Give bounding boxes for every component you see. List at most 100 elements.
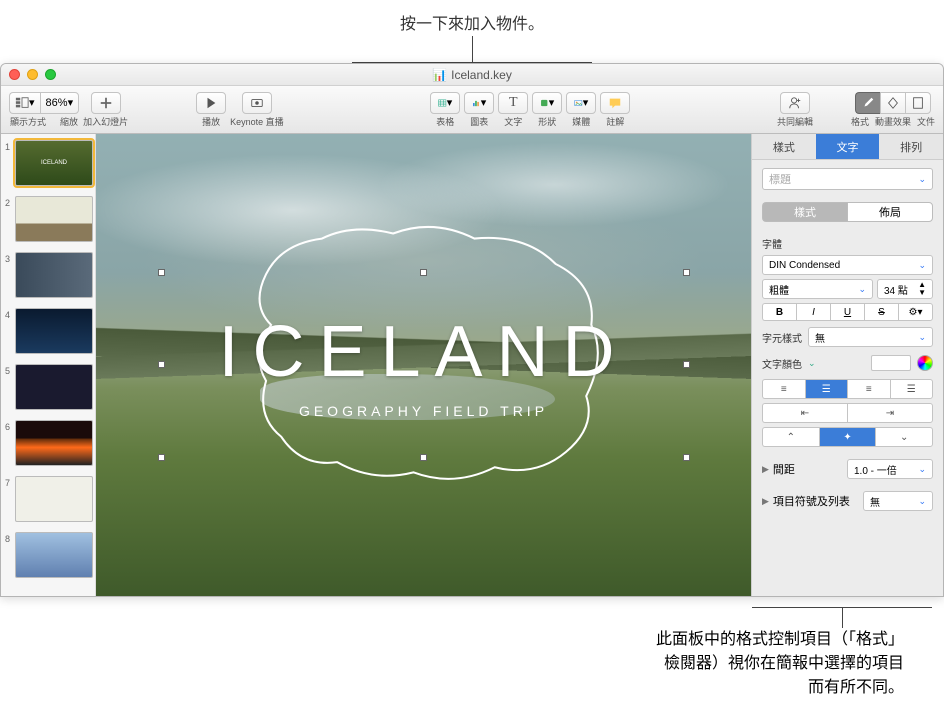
slide-thumb-6[interactable]: 6 [5, 420, 91, 466]
align-justify-button[interactable]: ☰ [890, 379, 934, 399]
annotation-line [472, 36, 473, 62]
play-icon [204, 96, 218, 110]
chart-button[interactable]: ▾ [464, 92, 494, 114]
comment-label: 註解 [606, 115, 624, 128]
thumb-preview [15, 308, 93, 354]
paragraph-style-value: 標題 [769, 171, 791, 187]
selection-handle[interactable] [420, 454, 427, 461]
zoom-value: 86% [46, 97, 68, 109]
selection-handle[interactable] [158, 269, 165, 276]
font-section-label: 字體 [762, 236, 933, 251]
keynote-doc-icon: 📊 [432, 68, 447, 82]
slide-thumb-7[interactable]: 7 [5, 476, 91, 522]
text-color-swatch[interactable] [871, 355, 911, 371]
advanced-options-button[interactable]: ⚙︎▾ [898, 303, 933, 321]
thumb-preview [15, 364, 93, 410]
align-left-button[interactable]: ≡ [762, 379, 805, 399]
slide-thumb-1[interactable]: 1ICELAND [5, 140, 91, 186]
add-slide-button[interactable] [91, 92, 121, 114]
selection-handle[interactable] [158, 361, 165, 368]
selection-handle[interactable] [683, 269, 690, 276]
shape-label: 形狀 [538, 115, 556, 128]
titlebar: 📊 Iceland.key [1, 64, 943, 86]
slide-navigator[interactable]: 1ICELAND 2 3 4 5 6 7 8 [1, 134, 96, 596]
thumb-num: 2 [5, 198, 10, 208]
font-weight-select[interactable]: 粗體⌄ [762, 279, 873, 299]
italic-button[interactable]: I [796, 303, 830, 321]
spacing-label: 間距 [773, 461, 795, 477]
selection-handle[interactable] [683, 361, 690, 368]
font-family-value: DIN Condensed [769, 260, 840, 271]
table-button[interactable]: ▾ [430, 92, 460, 114]
align-center-button[interactable]: ☰ [805, 379, 848, 399]
bullets-disclosure[interactable]: ▶ 項目符號及列表 無⌄ [762, 491, 933, 511]
table-label: 表格 [436, 115, 454, 128]
seg-style[interactable]: 樣式 [762, 202, 847, 222]
thumb-preview [15, 196, 93, 242]
collaborate-button[interactable] [780, 92, 810, 114]
char-style-select[interactable]: 無⌄ [808, 327, 933, 347]
slide-thumb-3[interactable]: 3 [5, 252, 91, 298]
strikethrough-button[interactable]: S [864, 303, 898, 321]
bullets-select[interactable]: 無⌄ [863, 491, 933, 511]
text-label: 文字 [504, 115, 522, 128]
font-family-select[interactable]: DIN Condensed⌄ [762, 255, 933, 275]
seg-layout[interactable]: 佈局 [847, 202, 933, 222]
shape-button[interactable]: ▾ [532, 92, 562, 114]
outdent-button[interactable]: ⇤ [762, 403, 847, 423]
view-icon [15, 96, 29, 110]
format-button[interactable] [855, 92, 880, 114]
zoom-button[interactable]: 86%▾ [40, 92, 80, 114]
font-size-stepper[interactable]: 34 點▲▼ [877, 279, 933, 299]
bold-button[interactable]: B [762, 303, 796, 321]
doc-icon [911, 96, 925, 110]
paragraph-style-select[interactable]: 標題⌄ [762, 168, 933, 190]
app-window: 📊 Iceland.key ▾ 86%▾ 顯示方式 縮放 加入幻燈片 播放 Ke [0, 63, 944, 597]
add-slide-label: 加入幻燈片 [83, 115, 128, 128]
play-button[interactable] [196, 92, 226, 114]
close-window-button[interactable] [9, 69, 20, 80]
spacing-select[interactable]: 1.0 - 一倍⌄ [847, 459, 933, 479]
slide-thumb-2[interactable]: 2 [5, 196, 91, 242]
media-button[interactable]: ▾ [566, 92, 596, 114]
play-label: 播放 [202, 115, 220, 128]
stepper-icon: ▲▼ [918, 281, 926, 297]
slide-thumb-4[interactable]: 4 [5, 308, 91, 354]
broadcast-icon [250, 96, 264, 110]
thumb-num: 4 [5, 310, 10, 320]
keynote-live-button[interactable] [242, 92, 272, 114]
slide-canvas[interactable]: ICELAND GEOGRAPHY FIELD TRIP [96, 134, 751, 596]
selection-handle[interactable] [158, 454, 165, 461]
indent-button[interactable]: ⇥ [847, 403, 933, 423]
selection-handle[interactable] [420, 269, 427, 276]
keynote-live-label: Keynote 直播 [230, 115, 284, 128]
tab-style[interactable]: 樣式 [752, 134, 816, 159]
color-picker-button[interactable] [917, 355, 933, 371]
document-button[interactable] [905, 92, 931, 114]
diamond-icon [886, 96, 900, 110]
tab-text[interactable]: 文字 [816, 134, 880, 159]
zoom-window-button[interactable] [45, 69, 56, 80]
valign-middle-button[interactable]: ✦ [819, 427, 876, 447]
toolbar: ▾ 86%▾ 顯示方式 縮放 加入幻燈片 播放 Keynote 直播 ▾表格 ▾… [1, 86, 943, 134]
text-button[interactable]: T [498, 92, 528, 114]
align-right-icon: ≡ [866, 384, 872, 395]
comment-button[interactable] [600, 92, 630, 114]
valign-bottom-button[interactable]: ⌄ [875, 427, 933, 447]
slide-thumb-8[interactable]: 8 [5, 532, 91, 578]
underline-button[interactable]: U [830, 303, 864, 321]
animate-button[interactable] [880, 92, 905, 114]
chevron-down-icon: ⌄ [918, 496, 926, 507]
title-text-box[interactable]: ICELAND GEOGRAPHY FIELD TRIP [162, 273, 686, 458]
view-button[interactable]: ▾ [9, 92, 40, 114]
thumb-preview: ICELAND [15, 140, 93, 186]
spacing-disclosure[interactable]: ▶ 間距 1.0 - 一倍⌄ [762, 459, 933, 479]
selection-handle[interactable] [683, 454, 690, 461]
minimize-window-button[interactable] [27, 69, 38, 80]
valign-top-button[interactable]: ⌃ [762, 427, 819, 447]
text-icon: T [509, 95, 518, 111]
chevron-down-icon: ⌄ [918, 332, 926, 343]
tab-arrange[interactable]: 排列 [879, 134, 943, 159]
align-right-button[interactable]: ≡ [847, 379, 890, 399]
slide-thumb-5[interactable]: 5 [5, 364, 91, 410]
